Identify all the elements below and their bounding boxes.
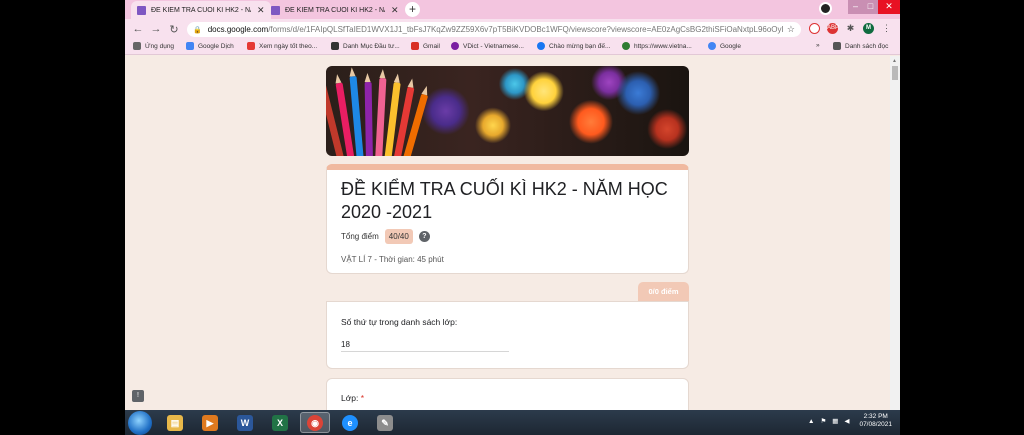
apps-grid-icon xyxy=(133,42,141,50)
new-tab-button[interactable]: + xyxy=(405,2,420,17)
forms-icon xyxy=(271,5,280,15)
scrollbar[interactable]: ▲ xyxy=(890,56,900,410)
taskbar-file-explorer[interactable]: ▤ xyxy=(160,412,190,433)
bookmark-gmail[interactable]: Gmail xyxy=(411,42,440,50)
calendar-icon xyxy=(247,42,255,50)
media-player-icon: ▶ xyxy=(202,414,218,431)
tab-form-1[interactable]: ĐỀ KIỂM TRA CUỐI KÌ HK2 - NĂM ✕ xyxy=(131,1,271,19)
adblock-icon[interactable]: ABP xyxy=(827,23,839,34)
taskbar-media-player[interactable]: ▶ xyxy=(195,412,225,433)
vdict-icon xyxy=(451,42,459,50)
tab-label: ĐỀ KIỂM TRA CUỐI KÌ HK2 - NĂM xyxy=(151,6,251,14)
browser-toolbar: ← → ↻ 🔒 docs.google.com/forms/d/e/1FAIpQ… xyxy=(125,19,900,39)
close-window-icon[interactable]: ✕ xyxy=(878,0,900,14)
tray-arrow-icon[interactable]: ▲ xyxy=(808,418,814,425)
pencil-shape xyxy=(364,81,373,156)
word-icon: W xyxy=(237,414,253,431)
form-description: VẬT LÍ 7 - Thời gian: 45 phút xyxy=(341,255,444,264)
volume-icon[interactable]: ◀ xyxy=(844,417,849,425)
taskbar-excel[interactable]: X xyxy=(265,412,295,433)
feedback-icon[interactable]: ! xyxy=(132,390,144,402)
forward-icon[interactable]: → xyxy=(147,23,165,35)
scrollbar-thumb[interactable] xyxy=(892,66,898,80)
required-asterisk: * xyxy=(360,393,365,403)
tab-label: ĐỀ KIỂM TRA CUỐI KÌ HK2 - NĂ xyxy=(285,6,385,14)
question-title: Số thứ tự trong danh sách lớp: xyxy=(341,317,458,327)
flag-icon[interactable]: ⚑ xyxy=(820,417,826,425)
bookmark-danh-muc[interactable]: Danh Mục Đầu tư... xyxy=(331,42,400,50)
tab-form-2[interactable]: ĐỀ KIỂM TRA CUỐI KÌ HK2 - NĂ ✕ xyxy=(265,1,405,19)
system-tray: ▲ ⚑ ▦ ◀ 2:32 PM 07/08/2021 xyxy=(808,413,892,429)
taskbar-chrome[interactable]: ◉ xyxy=(300,412,330,433)
reload-icon[interactable]: ↻ xyxy=(165,23,183,36)
question-card: Số thứ tự trong danh sách lớp: 18 xyxy=(326,301,689,369)
window-controls: – □ ✕ xyxy=(848,0,900,14)
url-text[interactable]: docs.google.com/forms/d/e/1FAIpQLSfTaIED… xyxy=(208,25,783,34)
taskbar-word[interactable]: W xyxy=(230,412,260,433)
forms-icon xyxy=(137,5,146,15)
total-score-badge: 40/40 xyxy=(384,229,413,244)
answer-field: 18 xyxy=(341,338,509,352)
question-title: Lớp: * xyxy=(341,393,365,403)
address-bar[interactable]: 🔒 docs.google.com/forms/d/e/1FAIpQLSfTaI… xyxy=(187,22,801,37)
clock-date: 07/08/2021 xyxy=(859,421,892,428)
bookmark-star-icon[interactable]: ☆ xyxy=(787,24,795,35)
close-icon[interactable]: ✕ xyxy=(257,5,265,16)
maximize-icon[interactable]: □ xyxy=(863,0,878,14)
form-title: ĐỀ KIỂM TRA CUỐI KÌ HK2 - NĂM HỌC 2020 -… xyxy=(341,179,668,222)
excel-icon: X xyxy=(272,414,288,431)
bookmark-vietna[interactable]: https://www.vietna... xyxy=(622,42,692,50)
gmail-icon xyxy=(411,42,419,50)
bookmarks-overflow-icon[interactable]: » xyxy=(816,42,820,49)
browser-profile-icon[interactable] xyxy=(819,2,832,15)
internet-explorer-icon: e xyxy=(342,414,358,431)
bookmark-google-dich[interactable]: Google Dịch xyxy=(186,42,234,50)
taskbar-paint[interactable]: ✎ xyxy=(370,412,400,433)
bookmarks-bar: Ứng dụng Google Dịch Xem ngày tốt theo..… xyxy=(125,39,900,55)
clock-time: 2:32 PM xyxy=(863,413,888,420)
facebook-icon xyxy=(537,42,545,50)
network-icon[interactable]: ▦ xyxy=(832,417,838,425)
scroll-up-icon[interactable]: ▲ xyxy=(892,58,897,64)
question-card: Lớp: * xyxy=(326,378,689,410)
lock-icon: 🔒 xyxy=(193,26,202,34)
screen: ĐỀ KIỂM TRA CUỐI KÌ HK2 - NĂM ✕ ĐỀ KIỂM … xyxy=(125,0,900,435)
form-title-card: ĐỀ KIỂM TRA CUỐI KÌ HK2 - NĂM HỌC 2020 -… xyxy=(326,164,689,274)
header-banner-image xyxy=(326,66,689,156)
globe-icon xyxy=(622,42,630,50)
help-icon[interactable]: ? xyxy=(418,231,430,242)
taskbar-internet-explorer[interactable]: e xyxy=(335,412,365,433)
tab-strip: ĐỀ KIỂM TRA CUỐI KÌ HK2 - NĂM ✕ ĐỀ KIỂM … xyxy=(125,0,900,19)
back-icon[interactable]: ← xyxy=(129,23,147,35)
clock[interactable]: 2:32 PM 07/08/2021 xyxy=(859,413,892,429)
pencil-shape xyxy=(375,77,387,156)
shield-icon[interactable] xyxy=(809,23,820,34)
reading-list-icon xyxy=(833,42,841,50)
close-icon[interactable]: ✕ xyxy=(391,5,399,16)
avatar[interactable]: M xyxy=(863,23,874,34)
total-score-label: Tổng điểm xyxy=(341,232,379,241)
reading-list[interactable]: Danh sách đọc xyxy=(833,42,888,50)
bookmark-facebook[interactable]: Chào mừng bạn đế... xyxy=(537,42,610,50)
bookmark-xem-ngay[interactable]: Xem ngày tốt theo... xyxy=(247,42,317,50)
google-icon xyxy=(708,42,716,50)
folder-icon xyxy=(331,42,339,50)
file-explorer-icon: ▤ xyxy=(167,414,183,431)
chrome-icon: ◉ xyxy=(307,414,323,431)
extensions-icon[interactable]: ✱ xyxy=(845,23,856,34)
bookmark-google[interactable]: Google xyxy=(708,42,741,50)
minimize-icon[interactable]: – xyxy=(848,0,863,14)
translate-icon xyxy=(186,42,194,50)
windows-taskbar: ▤ ▶ W X ◉ e ✎ ▲ ⚑ ▦ ◀ 2:32 PM 07/08/2021 xyxy=(125,410,900,435)
bookmark-vdict[interactable]: VDict - Vietnamese... xyxy=(451,42,524,50)
menu-kebab-icon[interactable]: ⋮ xyxy=(881,23,892,34)
total-score-row: Tổng điểm 40/40 ? xyxy=(341,229,430,244)
bookmark-apps[interactable]: Ứng dụng xyxy=(133,42,174,50)
start-button[interactable] xyxy=(128,411,152,435)
form-page: ĐỀ KIỂM TRA CUỐI KÌ HK2 - NĂM HỌC 2020 -… xyxy=(125,56,890,410)
question-points-badge: 0/0 điểm xyxy=(638,282,689,301)
paint-icon: ✎ xyxy=(377,414,393,431)
